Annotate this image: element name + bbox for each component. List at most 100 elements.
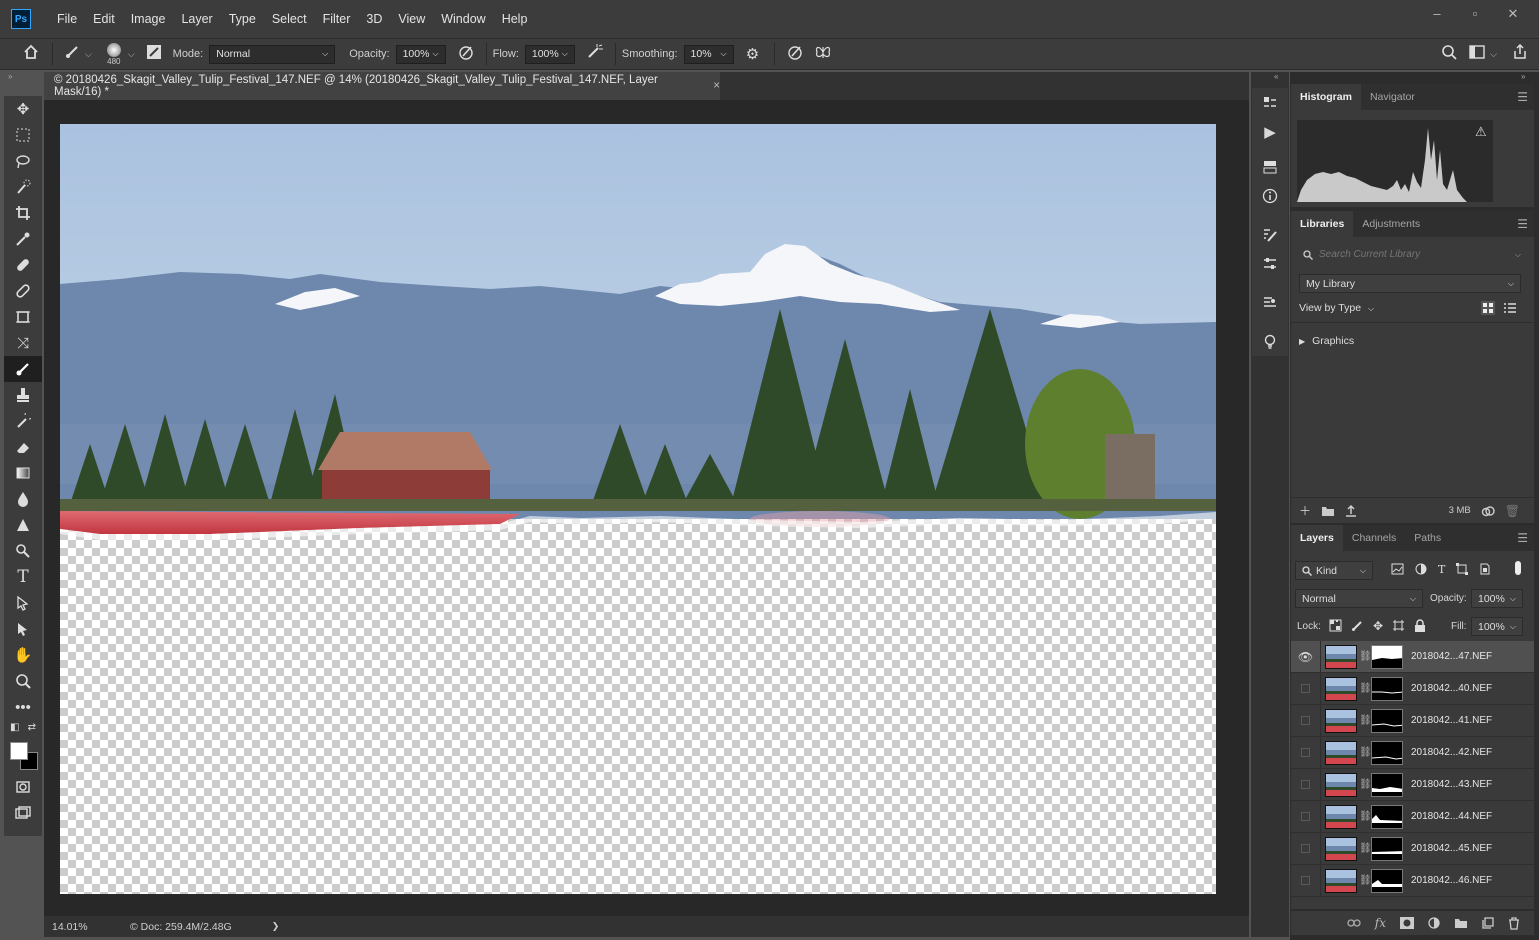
upload-icon[interactable] <box>1345 504 1357 517</box>
workspace-icon[interactable] <box>1464 45 1490 63</box>
panel-menu-icon[interactable]: ☰ <box>1517 531 1528 545</box>
brush-preset-icon[interactable] <box>59 44 85 64</box>
mask-link-icon[interactable]: ⛓ <box>1359 683 1372 694</box>
layer-mask-thumbnail[interactable] <box>1371 740 1403 765</box>
tab-navigator[interactable]: Navigator <box>1361 84 1424 110</box>
menu-file[interactable]: File <box>49 12 85 26</box>
swap-colors-icon[interactable]: ⇄ <box>28 722 36 733</box>
layer-row[interactable]: ⛓ 2018042...43.NEF <box>1291 768 1534 801</box>
gradient-tool-icon[interactable] <box>4 460 42 486</box>
home-icon[interactable] <box>16 44 46 64</box>
info-panel-icon[interactable] <box>1252 181 1288 210</box>
menu-image[interactable]: Image <box>123 12 174 26</box>
link-layers-icon[interactable] <box>1347 918 1361 928</box>
add-content-icon[interactable]: ＋ <box>1299 502 1311 519</box>
menu-layer[interactable]: Layer <box>173 12 220 26</box>
filter-shape-icon[interactable] <box>1456 563 1469 575</box>
fill-input[interactable]: 100% ⌵ <box>1471 617 1523 636</box>
3d-panel-icon[interactable] <box>1252 152 1288 181</box>
layer-mask-thumbnail[interactable] <box>1371 868 1403 893</box>
type-tool-icon[interactable]: T <box>4 564 42 590</box>
menu-type[interactable]: Type <box>221 12 264 26</box>
menu-filter[interactable]: Filter <box>315 12 359 26</box>
spot-healing-icon[interactable] <box>4 252 42 278</box>
image-canvas[interactable] <box>60 124 1216 894</box>
creative-cloud-icon[interactable] <box>1481 504 1495 518</box>
flow-input[interactable]: 100% ⌵ <box>524 44 575 64</box>
healing-brush-icon[interactable] <box>4 278 42 304</box>
pressure-opacity-icon[interactable] <box>452 44 480 64</box>
smoothing-input[interactable]: 10% ⌵ <box>683 44 734 64</box>
layer-mask-thumbnail[interactable] <box>1371 708 1403 733</box>
pen-tool-icon[interactable] <box>4 538 42 564</box>
expand-toolbar-icon[interactable]: » <box>8 72 12 81</box>
menu-help[interactable]: Help <box>494 12 536 26</box>
visibility-toggle[interactable] <box>1291 800 1321 833</box>
visibility-toggle[interactable] <box>1291 736 1321 769</box>
blur-tool-icon[interactable] <box>4 486 42 512</box>
zoom-tool-icon[interactable] <box>4 668 42 694</box>
maximize-icon[interactable]: ▫ <box>1463 6 1487 22</box>
menu-view[interactable]: View <box>390 12 433 26</box>
menu-select[interactable]: Select <box>264 12 315 26</box>
airbrush-icon[interactable] <box>581 44 609 64</box>
histogram-warning-icon[interactable]: ⚠ <box>1475 124 1487 140</box>
smoothing-settings-gear-icon[interactable]: ⚙ <box>738 45 768 63</box>
default-colors-icon[interactable]: ◧ <box>10 722 19 733</box>
share-icon[interactable] <box>1507 43 1533 64</box>
mask-link-icon[interactable]: ⛓ <box>1359 843 1372 854</box>
close-window-icon[interactable]: ✕ <box>1501 6 1525 22</box>
history-brush-icon[interactable] <box>4 408 42 434</box>
visibility-eye-icon[interactable]: 👁 <box>1291 640 1321 673</box>
tab-histogram[interactable]: Histogram <box>1291 84 1361 110</box>
graphics-group[interactable]: ▶ Graphics <box>1299 335 1354 347</box>
chevron-down-icon[interactable]: ⌵ <box>85 49 92 60</box>
quick-mask-icon[interactable] <box>4 774 42 800</box>
dodge-tool-icon[interactable] <box>4 512 42 538</box>
screen-mode-icon[interactable] <box>4 800 42 826</box>
hand-tool-icon[interactable]: ✋ <box>4 642 42 668</box>
lock-transparent-pixels-icon[interactable] <box>1329 619 1342 632</box>
chevron-down-icon[interactable]: ⌵ <box>128 49 135 60</box>
actions-play-icon[interactable]: ▶ <box>1252 117 1288 146</box>
search-icon[interactable] <box>1434 44 1464 64</box>
path-selection-icon[interactable] <box>4 590 42 616</box>
close-document-icon[interactable]: × <box>713 80 720 92</box>
layer-row[interactable]: ⛓ 2018042...42.NEF <box>1291 736 1534 769</box>
visibility-toggle[interactable] <box>1291 832 1321 865</box>
add-layer-mask-icon[interactable] <box>1400 917 1414 929</box>
layer-mask-thumbnail[interactable] <box>1371 836 1403 861</box>
direct-selection-icon[interactable] <box>4 616 42 642</box>
more-tools-icon[interactable]: ••• <box>4 694 42 720</box>
tab-paths[interactable]: Paths <box>1405 525 1450 551</box>
layer-row[interactable]: ⛓ 2018042...46.NEF <box>1291 864 1534 897</box>
filter-pixel-icon[interactable] <box>1391 563 1404 575</box>
chevron-down-icon[interactable]: ⌵ <box>1490 49 1497 60</box>
new-group-folder-icon[interactable] <box>1454 917 1468 929</box>
layer-filter-kind[interactable]: Kind ⌵ <box>1295 561 1373 580</box>
collapse-panels-icon[interactable]: « <box>1274 72 1278 81</box>
symmetry-butterfly-icon[interactable] <box>809 44 837 64</box>
quick-selection-icon[interactable] <box>4 174 42 200</box>
lock-all-icon[interactable] <box>1414 619 1426 632</box>
mode-select[interactable]: Normal ⌵ <box>209 44 336 64</box>
foreground-color-swatch[interactable] <box>10 742 28 760</box>
crop-tool-icon[interactable] <box>4 200 42 226</box>
delete-layer-trash-icon[interactable] <box>1508 916 1520 930</box>
tab-adjustments[interactable]: Adjustments <box>1353 211 1429 237</box>
layer-effects-fx-icon[interactable]: fx <box>1375 916 1386 930</box>
mask-link-icon[interactable]: ⛓ <box>1359 779 1372 790</box>
tab-layers[interactable]: Layers <box>1291 525 1343 551</box>
layer-row[interactable]: 👁 ⛓ 2018042...47.NEF <box>1291 640 1534 673</box>
menu-3d[interactable]: 3D <box>358 12 390 26</box>
grid-view-icon[interactable] <box>1481 301 1495 315</box>
menu-window[interactable]: Window <box>433 12 493 26</box>
layer-opacity-input[interactable]: 100% ⌵ <box>1471 589 1523 608</box>
delete-library-item-icon[interactable]: 🗑 <box>1505 504 1520 518</box>
opacity-input[interactable]: 100% ⌵ <box>395 44 446 64</box>
tab-channels[interactable]: Channels <box>1343 525 1405 551</box>
brush-tool-icon[interactable] <box>4 356 42 382</box>
panel-menu-icon[interactable]: ☰ <box>1517 90 1528 104</box>
library-search-input[interactable] <box>1319 249 1499 260</box>
lock-image-pixels-icon[interactable] <box>1351 619 1364 632</box>
